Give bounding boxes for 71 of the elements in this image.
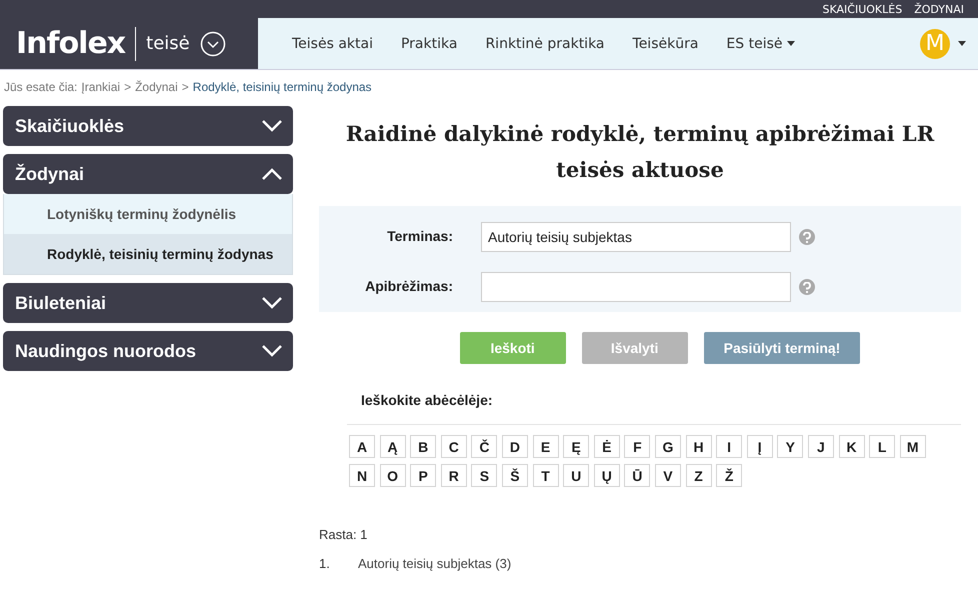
sidebar-group[interactable]: Skaičiuoklės [3,106,293,146]
chevron-circle-icon[interactable] [200,30,226,56]
letter-link[interactable]: Ė [594,435,620,458]
letter-link[interactable]: M [900,435,926,458]
result-link[interactable]: Autorių teisių subjektas (3) [358,556,512,571]
letter-link[interactable]: B [410,435,436,458]
letter-link[interactable]: C [440,435,467,458]
letter-link[interactable]: Č [471,435,498,458]
nav-link[interactable]: Teisės aktai [278,36,387,52]
letter-link[interactable]: N [349,464,375,487]
letter-link[interactable]: H [686,435,712,458]
sidebar-group[interactable]: Biuleteniai [3,283,293,323]
breadcrumb-link[interactable]: Rodyklė, teisinių terminų žodynas [192,80,372,94]
letter-link[interactable]: Ų [594,464,620,487]
letter-link[interactable]: G [654,435,681,458]
chevron-down-icon [261,344,283,358]
nav-link[interactable]: Teisėkūra [618,36,712,52]
letter-link[interactable]: R [440,464,467,487]
help-icon[interactable] [799,279,815,295]
letter-link[interactable]: Ę [563,435,590,458]
field-label: Terminas: [386,227,454,244]
breadcrumb-link[interactable]: Įrankiai [81,80,120,94]
input-field[interactable]: Autorių teisių subjektas [481,222,791,252]
breadcrumb-separator: > [124,80,132,94]
letter-link[interactable]: I [716,435,742,458]
chevron-down-icon [261,119,283,133]
letter-link[interactable]: A [349,435,375,458]
letter-link[interactable]: P [410,464,436,487]
letter-link[interactable]: Ž [716,464,742,487]
letter-link[interactable]: F [624,435,650,458]
letter-link[interactable]: L [869,435,896,458]
brand-logo[interactable]: Infolex [16,26,126,61]
letter-link[interactable]: E [532,435,559,458]
breadcrumb-prefix: Jūs esate čia: [4,80,78,94]
letter-link[interactable]: Z [686,464,712,487]
sidebar-item[interactable]: Rodyklė, teisinių terminų žodynas [4,234,292,274]
top-link[interactable]: ŽODYNAI [914,2,964,16]
letter-link[interactable]: Y [777,435,804,458]
sidebar-group[interactable]: Naudingos nuorodos [3,331,293,371]
section-name: teisė [146,33,190,54]
page-title: Raidinė dalykinė rodyklė, terminų apibrėžimai LR teisės aktuose [344,120,936,184]
nav-link[interactable]: Praktika [386,36,472,52]
letter-link[interactable]: Š [502,464,528,487]
letter-link[interactable]: S [471,464,498,487]
sidebar-item[interactable]: Lotyniškų terminų žodynėlis [4,194,292,234]
letter-link[interactable]: Ą [380,435,406,458]
letter-link[interactable]: J [808,435,834,458]
caret-icon [786,41,795,46]
letter-link[interactable]: O [380,464,406,487]
top-link[interactable]: SKAIČIUOKLĖS [822,2,902,16]
result-count: Rasta: 1 [319,527,368,542]
sidebar-group[interactable]: Žodynai [3,154,293,194]
field-label: Apibrėžimas: [364,277,454,294]
chevron-up-icon [261,167,283,181]
nav-link[interactable]: Rinktinė praktika [471,36,619,52]
input-field[interactable] [481,272,791,302]
caret-icon [958,41,966,46]
nav-link[interactable]: ES teisė [712,36,809,52]
letter-link[interactable]: U [563,464,590,487]
letter-link[interactable]: D [502,435,528,458]
letter-link[interactable]: V [654,464,681,487]
letter-link[interactable]: K [838,435,864,458]
letter-link[interactable]: T [532,464,559,487]
alphabet-label: Ieškokite abėcėlėje: [361,392,494,408]
letter-link[interactable]: Į [746,435,773,458]
chevron-down-icon [261,296,283,310]
help-icon[interactable] [799,229,815,245]
breadcrumb-separator: > [182,80,189,94]
result-number: 1. [319,556,331,571]
breadcrumb-link[interactable]: Žodynai [135,80,178,94]
letter-link[interactable]: Ū [624,464,650,487]
